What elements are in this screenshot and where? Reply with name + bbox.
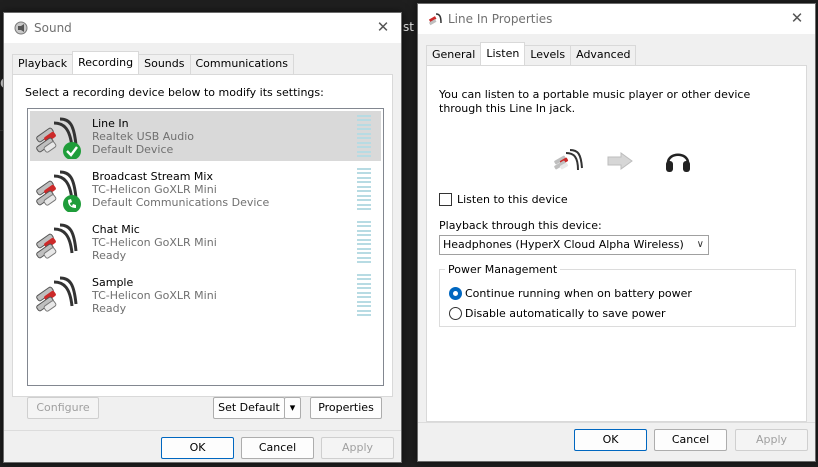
chevron-down-icon: ∨ <box>696 239 704 250</box>
sound-ok-button[interactable]: OK <box>161 437 234 459</box>
properties-close-button[interactable]: ✕ <box>787 8 807 28</box>
properties-ok-button[interactable]: OK <box>574 429 647 451</box>
tab-listen[interactable]: Listen <box>480 42 526 65</box>
rca-cable-icon <box>36 276 78 312</box>
footer-separator <box>4 430 401 431</box>
properties-cancel-button[interactable]: Cancel <box>654 429 727 451</box>
rca-cable-icon <box>36 117 81 159</box>
continue-running-radio[interactable] <box>449 287 462 300</box>
device-name: Chat Mic <box>92 223 140 236</box>
rca-cable-icon <box>554 149 583 171</box>
chevron-down-icon: ▾ <box>289 401 296 414</box>
tab-playback[interactable]: Playback <box>12 54 74 74</box>
tab-recording[interactable]: Recording <box>72 51 140 74</box>
device-driver: TC-Helicon GoXLR Mini <box>92 236 217 249</box>
continue-running-label: Continue running when on battery power <box>465 287 692 300</box>
sound-close-button[interactable]: ✕ <box>373 17 393 37</box>
level-meter <box>357 115 371 157</box>
sound-window-title: Sound <box>34 21 72 35</box>
playback-device-select[interactable]: Headphones (HyperX Cloud Alpha Wireless)… <box>439 235 709 255</box>
device-driver: Realtek USB Audio <box>92 130 195 143</box>
sound-cancel-button[interactable]: Cancel <box>241 437 314 459</box>
properties-window-title: Line In Properties <box>448 12 553 26</box>
device-status: Default Device <box>92 143 174 156</box>
listen-description: You can listen to a portable music playe… <box>439 88 751 115</box>
device-status: Default Communications Device <box>92 196 270 209</box>
sound-titlebar: Sound ✕ <box>4 13 401 43</box>
device-name: Line In <box>92 117 129 130</box>
headphones-icon <box>666 153 690 172</box>
rca-cable-icon <box>428 13 442 26</box>
device-name: Sample <box>92 276 134 289</box>
set-default-button[interactable]: Set Default <box>213 397 285 419</box>
tab-advanced[interactable]: Advanced <box>570 45 637 65</box>
device-status: Ready <box>92 302 127 315</box>
tab-sounds[interactable]: Sounds <box>138 54 191 74</box>
device-driver: TC-Helicon GoXLR Mini <box>92 183 217 196</box>
recording-device-list[interactable]: Line In Realtek USB Audio Default Device… <box>27 108 384 386</box>
recording-panel: Select a recording device below to modif… <box>12 74 393 397</box>
device-status: Ready <box>92 249 127 262</box>
level-meter <box>357 168 371 210</box>
footer-separator <box>418 422 815 423</box>
power-management-title: Power Management <box>445 263 561 276</box>
disable-automatically-label: Disable automatically to save power <box>465 307 666 320</box>
device-row-sample[interactable]: Sample TC-Helicon GoXLR Mini Ready <box>30 270 381 320</box>
listen-to-device-label: Listen to this device <box>457 193 568 206</box>
device-row-line-in[interactable]: Line In Realtek USB Audio Default Device <box>30 111 381 161</box>
recording-instruction: Select a recording device below to modif… <box>25 86 324 99</box>
arrow-right-icon <box>607 152 633 170</box>
level-meter <box>357 274 371 316</box>
configure-button[interactable]: Configure <box>27 397 99 419</box>
background-text: st <box>403 20 414 34</box>
listen-to-device-checkbox[interactable] <box>439 193 452 206</box>
properties-apply-button[interactable]: Apply <box>735 429 808 451</box>
device-driver: TC-Helicon GoXLR Mini <box>92 289 217 302</box>
sound-tabs: Playback Recording Sounds Communications <box>12 51 294 74</box>
playback-device-label: Playback through this device: <box>439 219 602 232</box>
properties-titlebar: Line In Properties ✕ <box>418 4 815 34</box>
line-in-properties-window: Line In Properties ✕ General Listen Leve… <box>417 3 816 462</box>
listen-panel: You can listen to a portable music playe… <box>426 65 807 422</box>
level-meter <box>357 221 371 263</box>
rca-cable-icon <box>36 170 81 212</box>
speaker-icon <box>14 21 28 35</box>
device-row-broadcast-stream-mix[interactable]: Broadcast Stream Mix TC-Helicon GoXLR Mi… <box>30 164 381 214</box>
tab-general[interactable]: General <box>426 45 482 65</box>
properties-tabs: General Listen Levels Advanced <box>426 42 637 65</box>
device-name: Broadcast Stream Mix <box>92 170 213 183</box>
disable-automatically-radio[interactable] <box>449 307 462 320</box>
device-row-chat-mic[interactable]: Chat Mic TC-Helicon GoXLR Mini Ready <box>30 217 381 267</box>
playback-device-value: Headphones (HyperX Cloud Alpha Wireless) <box>443 238 684 251</box>
sound-window: Sound ✕ Playback Recording Sounds Commun… <box>3 12 402 463</box>
tab-levels[interactable]: Levels <box>524 45 572 65</box>
sound-apply-button[interactable]: Apply <box>321 437 394 459</box>
rca-cable-icon <box>36 223 78 259</box>
tab-communications[interactable]: Communications <box>189 54 294 74</box>
set-default-dropdown-button[interactable]: ▾ <box>284 397 301 419</box>
properties-button[interactable]: Properties <box>310 397 382 419</box>
